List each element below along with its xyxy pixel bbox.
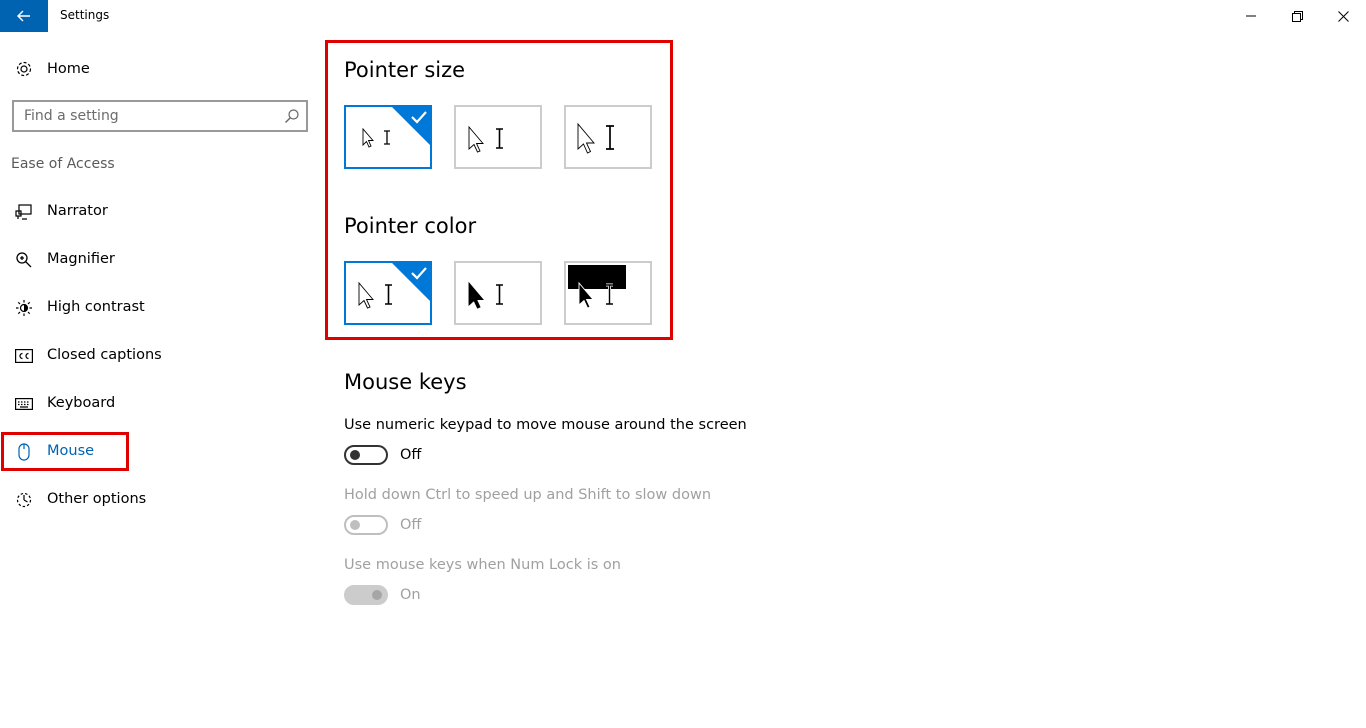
sidebar-item-magnifier[interactable]: Magnifier [0, 236, 320, 284]
minimize-icon [1246, 15, 1256, 17]
search-icon [285, 109, 299, 123]
high-contrast-icon [14, 298, 34, 318]
checkmark-icon [411, 267, 427, 280]
closed-captions-icon [14, 346, 34, 366]
window-title: Settings [60, 8, 110, 22]
sidebar-item-label: High contrast [47, 299, 145, 315]
section-label: Ease of Access [11, 156, 115, 172]
nav-home-label: Home [47, 61, 90, 77]
toggle-knob [350, 450, 360, 460]
ctrl-shift-speed-toggle [344, 515, 388, 535]
magnifier-icon [14, 250, 34, 270]
sidebar-item-closed-captions[interactable]: Closed captions [0, 332, 320, 380]
pointer-cursor-icon [577, 122, 614, 154]
ctrl-shift-speed-state: Off [400, 517, 422, 533]
sidebar-item-label: Other options [47, 491, 147, 507]
nav-home[interactable]: Home [0, 52, 320, 86]
sidebar-item-keyboard[interactable]: Keyboard [0, 380, 320, 428]
pointer-size-large-option[interactable] [564, 105, 652, 169]
toggle-knob [350, 520, 360, 530]
pointer-cursor-icon [468, 125, 503, 153]
sidebar-item-label: Closed captions [47, 347, 162, 363]
title-bar: Settings [0, 0, 1366, 32]
close-icon [1337, 10, 1349, 22]
pointer-color-inverted-option[interactable] [564, 261, 652, 325]
numeric-keypad-label: Use numeric keypad to move mouse around … [344, 417, 747, 433]
sidebar-item-label: Narrator [47, 203, 108, 219]
sidebar-item-label: Magnifier [47, 251, 115, 267]
pointer-cursor-icon [568, 265, 626, 309]
sidebar-item-narrator[interactable]: Narrator [0, 188, 320, 236]
num-lock-label: Use mouse keys when Num Lock is on [344, 557, 621, 573]
other-options-icon [14, 490, 34, 510]
pointer-size-heading: Pointer size [344, 58, 466, 82]
back-arrow-icon [17, 10, 30, 22]
keyboard-icon [14, 394, 34, 414]
search-input[interactable]: Find a setting [12, 100, 308, 132]
mouse-highlight-box [1, 432, 129, 471]
pointer-size-small-option[interactable] [344, 105, 432, 169]
search-placeholder: Find a setting [24, 108, 119, 124]
ctrl-shift-speed-label: Hold down Ctrl to speed up and Shift to … [344, 487, 712, 503]
toggle-knob [372, 590, 382, 600]
sidebar-item-other-options[interactable]: Other options [0, 476, 320, 524]
pointer-color-heading: Pointer color [344, 214, 477, 238]
sidebar-item-high-contrast[interactable]: High contrast [0, 284, 320, 332]
num-lock-state: On [400, 587, 421, 603]
restore-icon [1291, 10, 1303, 22]
back-button[interactable] [0, 0, 48, 32]
sidebar-item-label: Keyboard [47, 395, 116, 411]
pointer-cursor-icon [468, 281, 503, 309]
num-lock-toggle [344, 585, 388, 605]
close-button[interactable] [1320, 0, 1366, 32]
minimize-button[interactable] [1228, 0, 1274, 32]
checkmark-icon [411, 111, 427, 124]
restore-button[interactable] [1274, 0, 1320, 32]
pointer-size-medium-option[interactable] [454, 105, 542, 169]
pointer-color-white-option[interactable] [344, 261, 432, 325]
narrator-icon [14, 202, 34, 222]
mouse-keys-heading: Mouse keys [344, 370, 467, 394]
pointer-color-black-option[interactable] [454, 261, 542, 325]
gear-icon [14, 59, 34, 79]
numeric-keypad-state: Off [400, 447, 422, 463]
numeric-keypad-toggle[interactable] [344, 445, 388, 465]
